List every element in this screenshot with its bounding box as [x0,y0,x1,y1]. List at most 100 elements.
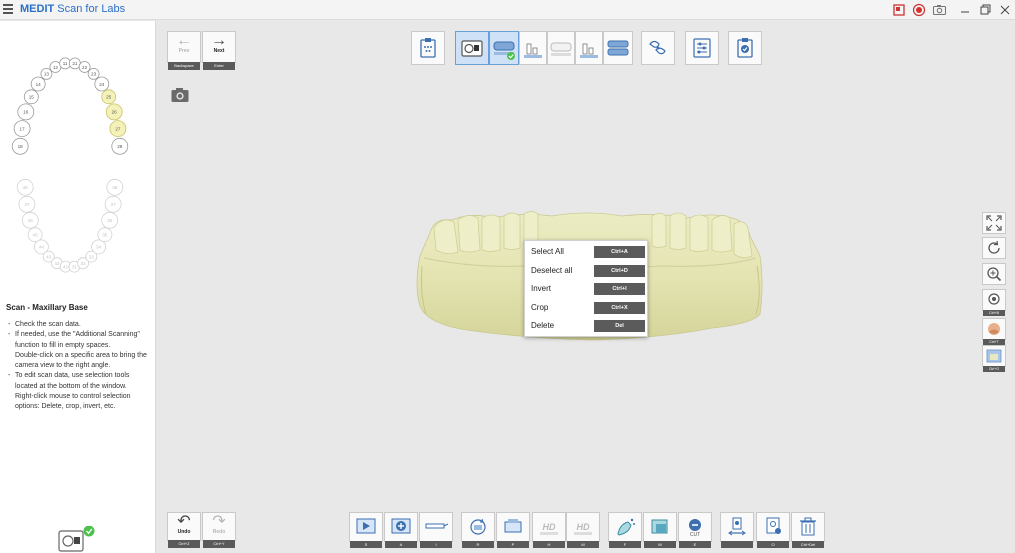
tooth-24[interactable]: 24 [94,76,110,92]
screenshot-icon[interactable] [931,2,949,18]
shortcut-label: F [609,541,641,548]
app-subtitle: Scan for Labs [57,3,126,15]
additional-scan-icon [391,518,411,534]
shortcut-label [721,541,753,548]
next-shortcut: Enter [203,62,235,70]
prev-button[interactable]: ← Prev Backspace [167,31,201,70]
tooth-number: 36 [107,218,113,223]
instruction-list: Check the scan data.If needed, use the "… [8,320,148,413]
order-form-button[interactable] [411,31,445,65]
rotate-view-button[interactable]: R [461,512,495,548]
tooth-48[interactable]: 48 [16,178,34,196]
tooth-number: 21 [72,61,78,66]
settings-button[interactable] [685,31,719,65]
texture-toggle-button[interactable]: Ctrl+B [982,289,1006,316]
trash-button[interactable]: Ctrl+Del [791,512,825,548]
tooth-37[interactable]: 37 [104,195,122,213]
next-button[interactable]: → Next Enter [202,31,236,70]
complete-button[interactable] [728,31,762,65]
prev-shortcut: Backspace [168,62,200,70]
context-menu-item-delete[interactable]: Delete Del [525,317,649,336]
tooth-16[interactable]: 16 [17,103,35,121]
maxillary-base-step-button[interactable] [489,31,519,65]
tooth-25[interactable]: 25 [101,89,117,105]
copy-button[interactable]: O [756,512,790,548]
window-capture-icon[interactable] [891,2,909,18]
shortcut-label: W [644,541,676,548]
menu-item-shortcut: Del [594,320,645,333]
restore-icon[interactable] [977,2,995,18]
tooth-18[interactable]: 18 [11,137,29,155]
rotate-button[interactable] [982,237,1006,259]
context-menu: Select All Ctrl+A Deselect all Ctrl+D Invert… [524,240,648,337]
mandibular-die-step-button[interactable] [575,31,603,65]
shortcut-label: E [679,541,711,548]
tooth-47[interactable]: 47 [18,195,36,213]
minimize-icon[interactable] [957,2,975,18]
mandibular-base-step-button[interactable] [547,31,575,65]
hamburger-menu-icon[interactable] [3,4,13,14]
tooth-38[interactable]: 38 [106,178,124,196]
scanner-icon [461,40,483,57]
undo-label: Undo [177,529,191,535]
play-button[interactable]: S [349,512,383,548]
scanner-tip-button[interactable]: I [419,512,453,548]
box-select-button[interactable]: W [643,512,677,548]
tooth-34[interactable]: 34 [91,239,106,255]
erase-button[interactable]: CUT E [678,512,712,548]
fit-to-screen-button[interactable] [982,212,1006,234]
brush-select-button[interactable]: F [608,512,642,548]
scanner-tip-icon [425,523,449,529]
tooth-14[interactable]: 14 [30,76,46,92]
viewport-screenshot-icon[interactable] [170,86,190,104]
shortcut-label: S [350,541,382,548]
hd-multi-button[interactable]: HD M [566,512,600,548]
tooth-number: 18 [18,144,24,149]
context-menu-item-select-all[interactable]: Select All Ctrl+A [525,243,649,262]
hd-multi-icon: HD [574,522,592,535]
additional-scan-button[interactable]: A [384,512,418,548]
tooth-15[interactable]: 15 [23,89,39,105]
tooth-11[interactable]: 11 [59,57,71,70]
scan-bed-button[interactable]: P [496,512,530,548]
tooth-number: 47 [24,202,30,207]
undo-button[interactable]: ↶ Undo Ctrl+Z [167,512,201,548]
context-menu-item-invert[interactable]: Invert Ctrl+I [525,280,649,299]
record-icon[interactable] [911,2,929,18]
tooth-number: 25 [106,95,112,100]
color-toggle-button[interactable]: Ctrl+T [982,318,1006,345]
zoom-button[interactable] [982,263,1006,285]
tooth-45[interactable]: 45 [27,227,43,243]
align-step-button[interactable] [641,31,675,65]
tooth-number: 14 [36,82,42,87]
tooth-chart[interactable]: 18 17 16 15 141312 11 21 222324 25 26 27 28 48 47 46 45… [8,43,148,275]
tooth-23[interactable]: 23 [87,67,100,80]
align-button[interactable] [720,512,754,548]
redo-button[interactable]: ↷ Redo Ctrl+Y [202,512,236,548]
texture-shortcut: Ctrl+B [983,310,1005,316]
tooth-22[interactable]: 22 [78,61,91,73]
sidebar: 18 17 16 15 14 13 12 11 21 22 23 24 25 26 27 28 48 47 46 45… [0,21,156,553]
svg-text:HD: HD [577,522,590,532]
tooth-17[interactable]: 17 [13,120,31,137]
image-toggle-button[interactable]: Ctrl+G [982,345,1006,372]
scan-bed-icon [504,519,522,533]
tooth-46[interactable]: 46 [21,211,39,229]
instruction-item: If needed, use the "Additional Scanning"… [8,330,148,371]
occlusion-step-button[interactable] [603,31,633,65]
tooth-27[interactable]: 27 [109,120,127,137]
arrow-left-icon: ← [176,32,192,49]
menu-item-label: Delete [531,321,555,331]
scanner-step-button[interactable] [455,31,489,65]
context-menu-item-deselect-all[interactable]: Deselect all Ctrl+D [525,262,649,281]
box-select-icon [651,519,668,534]
tooth-36[interactable]: 36 [101,211,119,229]
maxillary-die-step-button[interactable] [519,31,547,65]
tooth-13[interactable]: 13 [40,67,53,80]
tooth-26[interactable]: 26 [105,103,123,121]
hd-button[interactable]: HD H [532,512,566,548]
context-menu-item-crop[interactable]: Crop Ctrl+X [525,299,649,318]
close-icon[interactable] [997,2,1015,18]
tooth-28[interactable]: 28 [111,137,129,155]
tooth-35[interactable]: 35 [97,227,113,243]
